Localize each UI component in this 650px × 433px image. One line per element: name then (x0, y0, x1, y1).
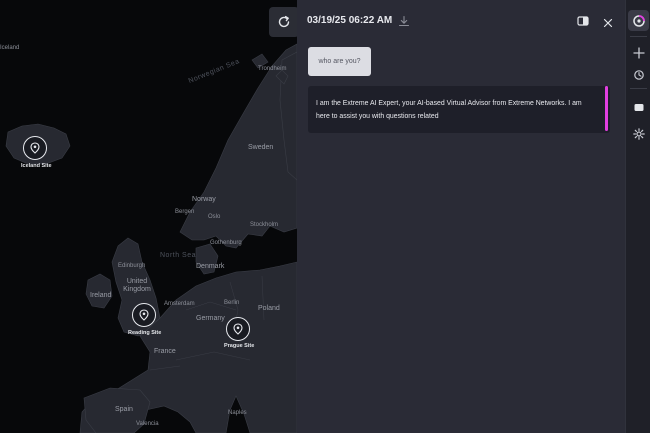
map-label-north-sea: North Sea (160, 252, 197, 259)
close-icon[interactable] (603, 15, 613, 33)
map-label-bergen: Bergen (175, 209, 195, 215)
map-view[interactable]: Iceland Norwegian Sea Trondheim Sweden N… (0, 0, 297, 433)
chat-icon (634, 103, 643, 111)
map-label-denmark: Denmark (196, 263, 225, 270)
download-icon[interactable] (398, 14, 410, 32)
refresh-button[interactable] (269, 7, 299, 37)
plus-icon (632, 46, 645, 59)
map-label-edinburgh: Edinburgh (118, 263, 146, 269)
map-label-poland: Poland (258, 305, 280, 312)
chat-panel: 03/19/25 06:22 AM who are you? I am the … (297, 0, 625, 433)
user-message-bubble: who are you? (308, 47, 371, 76)
map-pin-icon (30, 142, 40, 154)
new-chat-button[interactable] (628, 42, 649, 63)
map-pin-icon (139, 309, 149, 321)
map-label-stockholm: Stockholm (250, 222, 279, 228)
map-land (5, 43, 297, 433)
assistant-message-text: I am the Extreme AI Expert, your AI-base… (316, 100, 582, 120)
history-button[interactable] (628, 64, 649, 85)
map-label-amsterdam: Amsterdam (164, 301, 195, 307)
map-label-norway: Norway (192, 196, 216, 203)
map-label-ireland: Ireland (90, 292, 112, 299)
assistant-avatar-button[interactable] (628, 10, 649, 31)
map-label-france: France (154, 348, 176, 355)
map-label-gothenburg: Gothenburg (210, 240, 242, 246)
chat-button[interactable] (628, 97, 649, 118)
map-label-iceland: Iceland (0, 45, 20, 51)
map-label-oslo: Oslo (208, 214, 221, 220)
map-label-spain: Spain (115, 406, 133, 413)
sidebar-divider (630, 88, 647, 89)
map-label-berlin: Berlin (224, 300, 240, 306)
panel-toggle-icon[interactable] (577, 14, 589, 32)
iceland-site-marker[interactable] (23, 136, 47, 160)
assistant-scroll-indicator (605, 86, 608, 131)
map-label-united-kingdom: United Kingdom (123, 278, 151, 293)
map-label-naples: Naples (228, 410, 247, 416)
sidebar-divider (630, 36, 647, 37)
history-icon (633, 69, 644, 80)
map-pin-icon (233, 323, 243, 335)
map-label-germany: Germany (196, 315, 225, 322)
map-label-sweden: Sweden (248, 144, 274, 151)
user-message-text: who are you? (318, 58, 361, 65)
iceland-site-label: Iceland Site (21, 163, 52, 169)
settings-button[interactable] (628, 123, 649, 144)
chat-timestamp: 03/19/25 06:22 AM (307, 15, 393, 26)
map-label-valencia: Valencia (136, 421, 159, 427)
prague-site-label: Prague Site (224, 343, 255, 349)
right-sidebar (625, 0, 650, 433)
chat-header: 03/19/25 06:22 AM (297, 0, 625, 40)
gear-icon (632, 127, 645, 140)
prague-site-marker[interactable] (226, 317, 250, 341)
assistant-message-bubble: I am the Extreme AI Expert, your AI-base… (308, 86, 610, 133)
reading-site-label: Reading Site (128, 330, 162, 336)
map-label-trondheim: Trondheim (258, 66, 287, 72)
reading-site-marker[interactable] (132, 303, 156, 327)
assistant-logo-icon (632, 14, 645, 27)
refresh-icon (278, 15, 290, 28)
